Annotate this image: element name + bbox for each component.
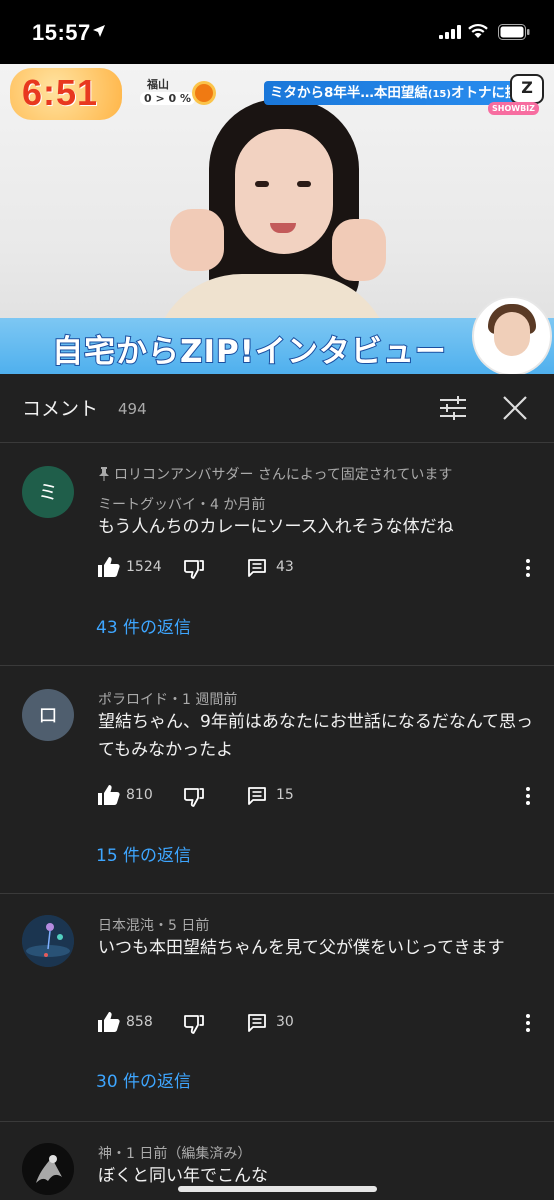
comment-item: ロ ポラロイド・1 週間前 望結ちゃん、9年前はあなたにお世話になるだなんて思っ… xyxy=(0,666,554,893)
reply-icon[interactable] xyxy=(248,1014,266,1032)
headline-age: (15) xyxy=(427,89,451,100)
like-icon[interactable] xyxy=(98,1012,120,1032)
more-vert-icon[interactable] xyxy=(524,1012,532,1034)
comment-author-time: ポラロイド・1 週間前 xyxy=(98,692,238,708)
wifi-icon xyxy=(468,23,488,38)
pinned-text: ロリコンアンバサダー さんによって固定されています xyxy=(114,467,453,483)
comment-author-time: 神・1 日前（編集済み） xyxy=(98,1146,252,1162)
comments-list[interactable]: ミ ロリコンアンバサダー さんによって固定されています ミートグッバイ・4 か月… xyxy=(0,443,554,1200)
comment-actions: 1524 43 xyxy=(98,557,538,581)
comment-text: いつも本田望結ちゃんを見て父が僕をいじってきます xyxy=(98,938,505,958)
zip-logo: Z xyxy=(510,74,544,104)
more-vert-icon[interactable] xyxy=(524,785,532,807)
tv-clock: 6:51 xyxy=(22,72,99,113)
weather-city: 福山 xyxy=(147,78,169,91)
headline-text: ミタから8年半…本田望結 xyxy=(270,85,428,101)
avatar[interactable]: ミ xyxy=(22,466,74,518)
reply-count: 43 xyxy=(276,559,294,575)
sort-filter-icon[interactable] xyxy=(440,396,466,420)
showbiz-badge: SHOWBIZ xyxy=(488,102,539,115)
comment-actions: 858 30 xyxy=(98,1012,538,1036)
reply-count: 15 xyxy=(276,787,294,803)
like-icon[interactable] xyxy=(98,557,120,577)
avatar-image xyxy=(22,1143,74,1195)
dislike-icon[interactable] xyxy=(184,787,204,807)
weather-temp: 0 > 0 % xyxy=(140,92,196,105)
avatar[interactable] xyxy=(22,915,74,967)
banner-text: 自宅からZIP!インタビュー xyxy=(51,333,447,371)
comment-text: もう人んちのカレーにソース入れそうな体だね xyxy=(98,517,454,537)
comment-author-time: ミートグッバイ・4 か月前 xyxy=(98,497,266,513)
view-replies-link[interactable]: 30 件の返信 xyxy=(96,1067,191,1092)
like-count: 810 xyxy=(126,787,153,803)
close-icon[interactable] xyxy=(503,396,527,420)
pin-icon xyxy=(99,467,109,481)
video-banner: 自宅からZIP!インタビュー xyxy=(0,296,554,374)
like-icon[interactable] xyxy=(98,785,120,805)
video-player[interactable]: 6:51 福山 0 > 0 % ミタから8年半…本田望結(15)オトナに挑戦 Z… xyxy=(0,64,554,374)
comment-author-time: 日本混沌・5 日前 xyxy=(98,918,210,934)
view-replies-link[interactable]: 15 件の返信 xyxy=(96,841,191,866)
status-time: 15:57 xyxy=(32,20,91,45)
battery-icon xyxy=(498,24,530,40)
cellular-signal-icon xyxy=(439,25,461,39)
more-vert-icon[interactable] xyxy=(524,557,532,579)
reply-count: 30 xyxy=(276,1014,294,1030)
comment-item: 日本混沌・5 日前 いつも本田望結ちゃんを見て父が僕をいじってきます 858 3… xyxy=(0,894,554,1121)
comment-actions: 810 15 xyxy=(98,785,538,809)
home-indicator[interactable] xyxy=(178,1186,377,1192)
dislike-icon[interactable] xyxy=(184,1014,204,1034)
comment-item: ミ ロリコンアンバサダー さんによって固定されています ミートグッバイ・4 か月… xyxy=(0,443,554,665)
sun-icon xyxy=(195,84,213,102)
avatar[interactable]: ロ xyxy=(22,689,74,741)
comments-header: コメント 494 xyxy=(0,374,554,443)
pinned-label: ロリコンアンバサダー さんによって固定されています xyxy=(98,464,452,484)
like-count: 1524 xyxy=(126,559,162,575)
avatar-image xyxy=(22,915,74,967)
banner-inset-presenter xyxy=(472,296,552,374)
view-replies-link[interactable]: 43 件の返信 xyxy=(96,613,191,638)
location-arrow-icon xyxy=(93,25,105,37)
dislike-icon[interactable] xyxy=(184,559,204,579)
like-count: 858 xyxy=(126,1014,153,1030)
comment-text: 望結ちゃん、9年前はあなたにお世話になるだなんて思ってもみなかったよ xyxy=(98,712,533,760)
avatar[interactable] xyxy=(22,1143,74,1195)
comments-title: コメント xyxy=(22,398,99,420)
comments-count: 494 xyxy=(118,400,147,418)
reply-icon[interactable] xyxy=(248,559,266,577)
status-bar: 15:57 xyxy=(0,0,554,64)
reply-icon[interactable] xyxy=(248,787,266,805)
